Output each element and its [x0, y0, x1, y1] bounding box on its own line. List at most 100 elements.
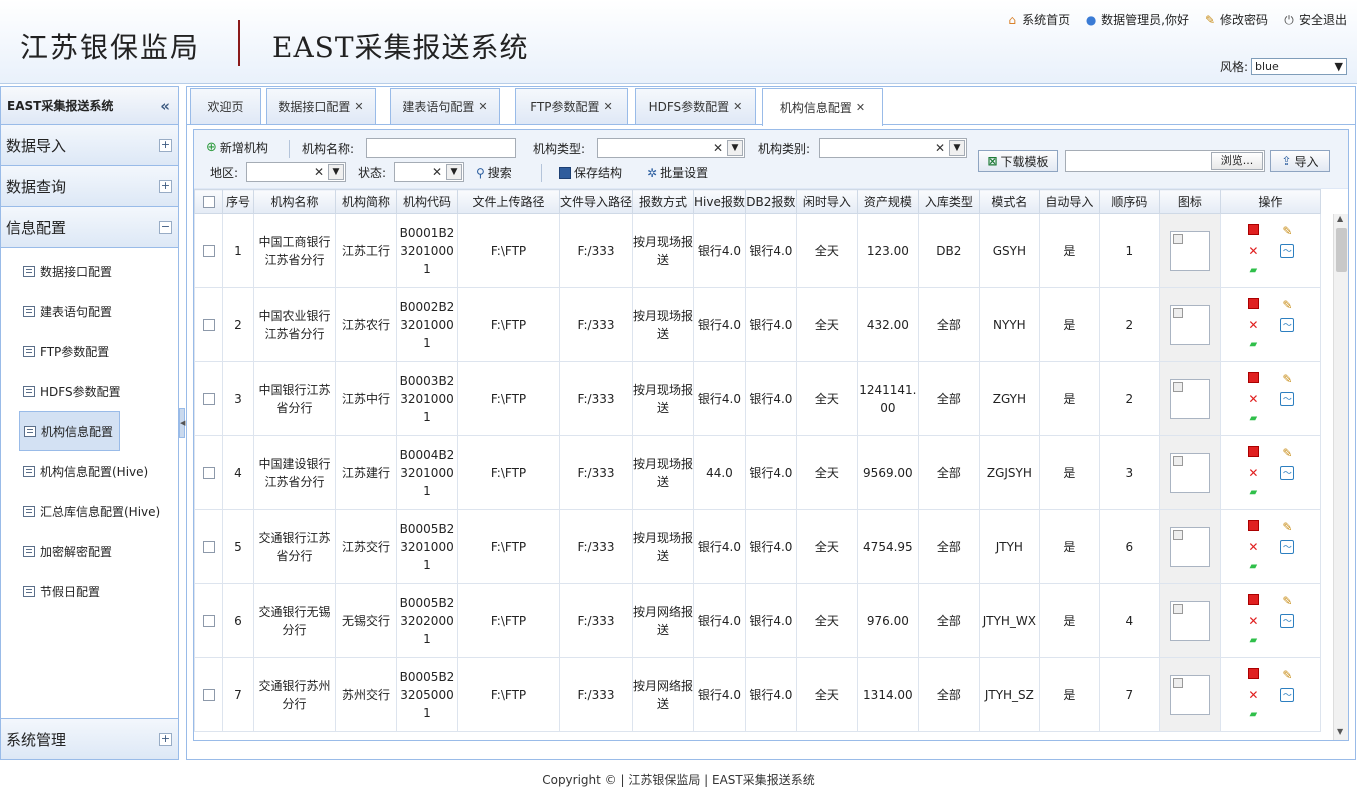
eraser-icon[interactable]: ▰ — [1246, 486, 1260, 500]
batch-settings-button[interactable]: ✲ 批量设置 — [647, 164, 708, 181]
pencil-icon[interactable]: ✎ — [1280, 298, 1294, 312]
pencil-icon[interactable]: ✎ — [1280, 446, 1294, 460]
table-row[interactable]: 7 交通银行苏州分行 苏州交行 B0005B232050001 F:\FTP F:/333… — [194, 657, 1321, 732]
column-header[interactable]: 操作 — [1219, 189, 1321, 214]
pencil-icon[interactable]: ✎ — [1280, 372, 1294, 386]
close-icon[interactable]: ✕ — [354, 100, 363, 113]
chart-icon[interactable]: 〜 — [1280, 465, 1295, 480]
chevron-down-icon[interactable]: ▼ — [727, 140, 743, 156]
column-header[interactable]: 顺序码 — [1098, 189, 1160, 214]
table-row[interactable]: 1 中国工商银行江苏省分行 江苏工行 B0001B232010001 F:\FTP F:/… — [194, 213, 1321, 288]
sidebar-group-data-query[interactable]: 数据查询 + — [1, 166, 178, 207]
pencil-icon[interactable]: ✎ — [1280, 668, 1294, 682]
download-template-button[interactable]: ⊠ 下载模板 — [978, 150, 1058, 172]
browse-button[interactable]: 浏览... — [1211, 152, 1263, 170]
clear-icon[interactable]: ✕ — [314, 165, 324, 179]
sidebar-item-org-info[interactable]: 机构信息配置 — [19, 411, 120, 451]
home-link[interactable]: ⌂ 系统首页 — [1005, 11, 1070, 28]
eraser-icon[interactable]: ▰ — [1246, 560, 1260, 574]
sidebar-item-table-sql[interactable]: 建表语句配置 — [1, 291, 178, 331]
sidebar-group-system-admin[interactable]: 系统管理 + — [1, 718, 178, 759]
org-category-combo[interactable]: ✕ ▼ — [819, 138, 967, 158]
delete-icon[interactable]: ✕ — [1246, 540, 1260, 554]
stop-icon[interactable] — [1246, 445, 1260, 460]
delete-icon[interactable]: ✕ — [1246, 614, 1260, 628]
add-org-button[interactable]: ⊕ 新增机构 — [206, 139, 268, 156]
user-greeting[interactable]: ● 数据管理员,你好 — [1084, 11, 1189, 28]
stop-icon[interactable] — [1246, 667, 1260, 682]
sidebar-item-ftp[interactable]: FTP参数配置 — [1, 331, 178, 371]
eraser-icon[interactable]: ▰ — [1246, 264, 1260, 278]
row-checkbox[interactable] — [202, 318, 215, 331]
clear-icon[interactable]: ✕ — [432, 165, 442, 179]
delete-icon[interactable]: ✕ — [1246, 244, 1260, 258]
clear-icon[interactable]: ✕ — [713, 141, 723, 155]
import-button[interactable]: ⇪ 导入 — [1270, 150, 1330, 172]
clear-icon[interactable]: ✕ — [935, 141, 945, 155]
tab-data-interface[interactable]: 数据接口配置 ✕ — [266, 88, 376, 124]
chart-icon[interactable]: 〜 — [1280, 539, 1295, 554]
delete-icon[interactable]: ✕ — [1246, 466, 1260, 480]
eraser-icon[interactable]: ▰ — [1246, 338, 1260, 352]
chart-icon[interactable]: 〜 — [1280, 613, 1295, 628]
sidebar-item-hdfs[interactable]: HDFS参数配置 — [1, 371, 178, 411]
chevron-down-icon[interactable]: ▼ — [949, 140, 965, 156]
stop-icon[interactable] — [1246, 519, 1260, 534]
eraser-icon[interactable]: ▰ — [1246, 412, 1260, 426]
row-checkbox[interactable] — [202, 244, 215, 257]
tab-welcome[interactable]: 欢迎页 — [190, 88, 261, 124]
table-row[interactable]: 5 交通银行江苏省分行 江苏交行 B0005B232010001 F:\FTP F:/33… — [194, 509, 1321, 584]
column-header[interactable]: 报数方式 — [632, 189, 695, 214]
row-checkbox[interactable] — [202, 540, 215, 553]
column-header[interactable]: 自动导入 — [1038, 189, 1100, 214]
row-checkbox[interactable] — [202, 392, 215, 405]
column-header[interactable]: 入库类型 — [917, 189, 980, 214]
pencil-icon[interactable]: ✎ — [1280, 224, 1294, 238]
chart-icon[interactable]: 〜 — [1280, 317, 1295, 332]
sidebar-item-encryption[interactable]: 加密解密配置 — [1, 531, 178, 571]
pencil-icon[interactable]: ✎ — [1280, 594, 1294, 608]
column-header[interactable]: 机构名称 — [253, 189, 336, 214]
stop-icon[interactable] — [1246, 593, 1260, 608]
sidebar-splitter[interactable]: ◀ — [179, 408, 185, 438]
close-icon[interactable]: ✕ — [856, 101, 865, 114]
column-header[interactable]: 资产规模 — [856, 189, 919, 214]
tab-ftp[interactable]: FTP参数配置 ✕ — [515, 88, 628, 124]
eraser-icon[interactable]: ▰ — [1246, 708, 1260, 722]
tab-hdfs[interactable]: HDFS参数配置 ✕ — [635, 88, 756, 124]
table-row[interactable]: 4 中国建设银行江苏省分行 江苏建行 B0004B232010001 F:\FTP F:/… — [194, 435, 1321, 510]
table-row[interactable]: 6 交通银行无锡分行 无锡交行 B0005B232020001 F:\FTP F:/333… — [194, 583, 1321, 658]
pencil-icon[interactable]: ✎ — [1280, 520, 1294, 534]
column-header[interactable]: DB2报数 — [744, 189, 797, 214]
eraser-icon[interactable]: ▰ — [1246, 634, 1260, 648]
sidebar-item-holiday[interactable]: 节假日配置 — [1, 571, 178, 611]
sidebar-group-data-import[interactable]: 数据导入 + — [1, 125, 178, 166]
chart-icon[interactable]: 〜 — [1280, 243, 1295, 258]
column-header[interactable]: 图标 — [1158, 189, 1221, 214]
delete-icon[interactable]: ✕ — [1246, 392, 1260, 406]
search-button[interactable]: ⚲ 搜索 — [476, 164, 512, 181]
close-icon[interactable]: ✕ — [478, 100, 487, 113]
scrollbar-thumb[interactable] — [1336, 228, 1347, 272]
status-combo[interactable]: ✕ ▼ — [394, 162, 464, 182]
column-header[interactable]: 闲时导入 — [795, 189, 858, 214]
stop-icon[interactable] — [1246, 223, 1260, 238]
save-structure-button[interactable]: 保存结构 — [559, 164, 622, 181]
region-combo[interactable]: ✕ ▼ — [246, 162, 346, 182]
delete-icon[interactable]: ✕ — [1246, 318, 1260, 332]
row-checkbox[interactable] — [202, 466, 215, 479]
chart-icon[interactable]: 〜 — [1280, 687, 1295, 702]
select-all-checkbox[interactable] — [202, 195, 215, 208]
sidebar-item-summary-hive[interactable]: 汇总库信息配置(Hive) — [1, 491, 178, 531]
sidebar-group-info-config[interactable]: 信息配置 − — [1, 207, 178, 248]
close-icon[interactable]: ✕ — [733, 100, 742, 113]
table-row[interactable]: 2 中国农业银行江苏省分行 江苏农行 B0002B232010001 F:\FTP F:/… — [194, 287, 1321, 362]
chevron-down-icon[interactable]: ▼ — [446, 164, 462, 180]
sidebar-item-data-interface[interactable]: 数据接口配置 — [1, 251, 178, 291]
org-type-combo[interactable]: ✕ ▼ — [597, 138, 745, 158]
column-header[interactable]: 机构代码 — [396, 189, 458, 214]
chevron-down-icon[interactable]: ▼ — [328, 164, 344, 180]
stop-icon[interactable] — [1246, 297, 1260, 312]
style-select[interactable]: blue ▼ — [1251, 58, 1347, 75]
vertical-scrollbar[interactable]: ▲ ▼ — [1333, 214, 1348, 740]
